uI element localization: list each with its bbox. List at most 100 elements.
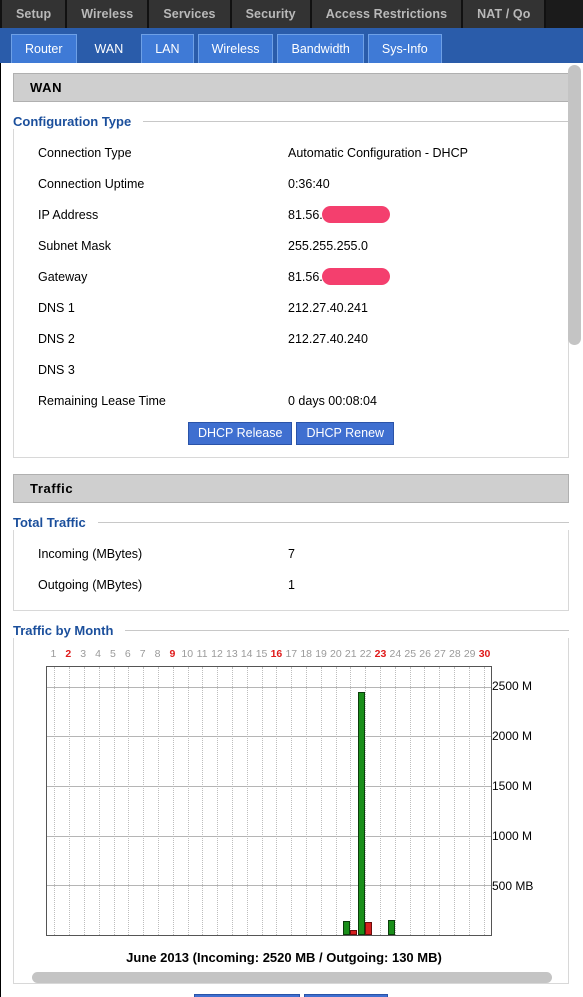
chart-y-tick-label: 500 MB	[492, 879, 534, 893]
chart-bar	[350, 929, 358, 935]
chart-day-label: 13	[225, 648, 238, 660]
ip-address-value: 81.56.	[288, 208, 323, 222]
table-row: Outgoing (MBytes) 1	[14, 569, 568, 600]
row-value: 212.27.40.240	[288, 331, 368, 346]
configuration-type-body: Connection Type Automatic Configuration …	[13, 129, 569, 458]
chart-gridline-horizontal	[47, 835, 491, 837]
chart-day-label: 12	[211, 648, 223, 660]
nav-tab-services[interactable]: Services	[149, 0, 232, 28]
chart-gridline-vertical	[291, 667, 293, 935]
month-navigation-buttons: Previous Month Next Month	[13, 984, 569, 997]
row-value: Automatic Configuration - DHCP	[288, 145, 468, 160]
configuration-type-group: Configuration Type Connection Type Autom…	[13, 114, 569, 458]
chart-gridline-vertical	[454, 667, 455, 935]
dhcp-release-button[interactable]: DHCP Release	[187, 422, 293, 445]
row-label: DNS 2	[38, 331, 75, 346]
row-label: DNS 1	[38, 300, 75, 315]
chart-day-label: 7	[139, 648, 146, 660]
table-row: IP Address 81.56.	[14, 199, 568, 230]
chart-bar	[387, 920, 395, 935]
vertical-scrollbar[interactable]	[568, 65, 581, 345]
subnav-tab-bandwidth[interactable]: Bandwidth	[277, 34, 364, 63]
chart-day-label: 9	[169, 648, 176, 660]
row-value: 1	[288, 577, 295, 592]
row-label: Incoming (MBytes)	[38, 546, 143, 561]
page-content: WAN Configuration Type Connection Type A…	[0, 63, 583, 997]
subnav-tab-wireless[interactable]: Wireless	[197, 34, 274, 63]
nav-tab-nat-qos[interactable]: NAT / Qo	[463, 0, 547, 28]
table-row: Remaining Lease Time 0 days 00:08:04	[14, 385, 568, 416]
divider-rule	[97, 522, 569, 523]
nav-tab-access-restrictions[interactable]: Access Restrictions	[311, 0, 464, 28]
chart-day-label: 28	[448, 648, 461, 660]
subnav-tab-wan[interactable]: WAN	[80, 34, 138, 63]
total-traffic-title: Total Traffic	[13, 515, 569, 530]
chart-gridline-vertical	[439, 667, 441, 935]
chart-day-label: 17	[285, 648, 298, 660]
chart-gridline-vertical	[246, 667, 248, 935]
chart-gridline-vertical	[113, 667, 115, 935]
row-value: 212.27.40.241	[288, 300, 368, 315]
nav-tab-setup[interactable]: Setup	[0, 0, 68, 28]
table-row: Connection Uptime 0:36:40	[14, 168, 568, 199]
row-label: Gateway	[38, 269, 88, 284]
divider-rule	[143, 121, 569, 122]
chart-day-label: 24	[389, 648, 402, 660]
chart-bar	[365, 922, 373, 935]
chart-bar	[343, 921, 351, 935]
gateway-value: 81.56.	[288, 270, 323, 284]
chart-gridline-vertical	[409, 667, 411, 935]
dhcp-button-row: DHCP Release DHCP Renew	[14, 416, 568, 447]
traffic-by-month-title: Traffic by Month	[13, 623, 569, 638]
chart-day-label: 19	[315, 648, 327, 660]
horizontal-scrollbar[interactable]	[32, 972, 552, 983]
chart-caption: June 2013 (Incoming: 2520 MB / Outgoing:…	[126, 950, 442, 965]
chart-gridline-vertical	[217, 667, 219, 935]
chart-plot-area	[46, 666, 492, 936]
chart-day-label: 15	[255, 648, 268, 660]
table-row: DNS 3	[14, 354, 568, 385]
row-value: 81.56.	[288, 268, 390, 285]
nav-tab-security[interactable]: Security	[231, 0, 312, 28]
nav-tab-wireless[interactable]: Wireless	[67, 0, 150, 28]
chart-gridline-vertical	[350, 667, 352, 935]
chart-gridline-vertical	[232, 667, 233, 935]
chart-y-tick-label: 2000 M	[492, 729, 533, 743]
chart-gridline-vertical	[187, 667, 189, 935]
chart-day-label: 21	[344, 648, 357, 660]
row-value: 0:36:40	[288, 176, 330, 191]
chart-day-label: 16	[270, 648, 283, 660]
chart-day-label: 6	[124, 648, 131, 660]
divider-rule	[125, 630, 569, 631]
subnav-tab-router[interactable]: Router	[11, 34, 77, 63]
traffic-by-month-label: Traffic by Month	[13, 623, 114, 638]
chart-gridline-vertical	[202, 667, 204, 935]
chart-gridline-vertical	[320, 667, 322, 935]
configuration-type-title: Configuration Type	[13, 114, 569, 129]
chart-day-label: 14	[240, 648, 253, 660]
table-row: Subnet Mask 255.255.255.0	[14, 230, 568, 261]
chart-gridline-horizontal	[47, 736, 491, 738]
table-row: DNS 1 212.27.40.241	[14, 292, 568, 323]
chart-gridline-vertical	[276, 667, 278, 935]
chart-gridline-vertical	[424, 667, 426, 935]
chart-y-tick-label: 1500 M	[492, 779, 533, 793]
chart-gridline-horizontal	[47, 686, 491, 688]
row-label: Remaining Lease Time	[38, 393, 166, 408]
chart-day-label: 2	[65, 648, 72, 660]
chart-y-tick-label: 2500 M	[492, 679, 533, 693]
chart-day-label: 20	[330, 648, 342, 660]
chart-day-label: 5	[109, 648, 116, 660]
chart-gridline-vertical	[69, 667, 71, 935]
chart-gridline-vertical	[394, 667, 396, 935]
chart-day-label: 8	[154, 648, 161, 660]
chart-gridline-vertical	[158, 667, 159, 935]
row-label: Outgoing (MBytes)	[38, 577, 143, 592]
subnav-tab-lan[interactable]: LAN	[141, 34, 194, 63]
dhcp-renew-button[interactable]: DHCP Renew	[296, 422, 395, 445]
chart-day-label: 4	[95, 648, 101, 660]
row-label: DNS 3	[38, 362, 75, 377]
row-value: 255.255.255.0	[288, 238, 368, 253]
chart-gridline-vertical	[380, 667, 381, 935]
subnav-tab-sys-info[interactable]: Sys-Info	[367, 34, 442, 63]
